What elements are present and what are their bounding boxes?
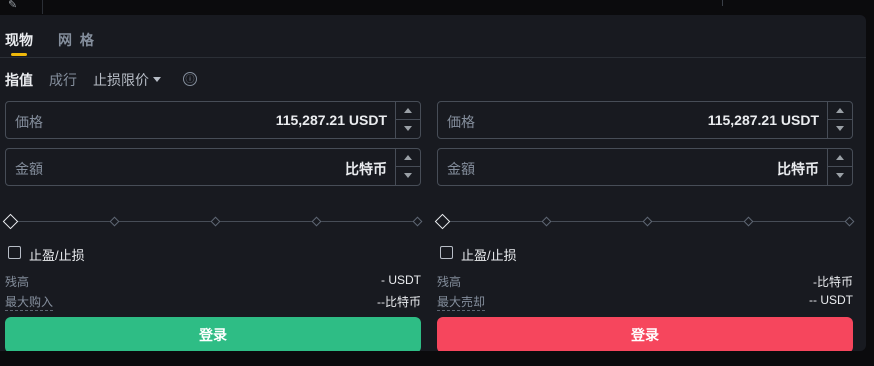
tpsl-label: 止盈/止损 [29, 248, 85, 263]
order-type-market[interactable]: 成行 [49, 71, 77, 89]
order-type-selector: 指值 成行 止损限价 ⓘ [0, 71, 866, 91]
chevron-down-icon [404, 126, 412, 131]
order-panel: 现物 网 格 指值 成行 止损限价 ⓘ 価格 115,287.21 USDT 金… [0, 15, 866, 353]
buy-max-row: 最大购入 --比特币 [5, 293, 421, 311]
slider-tick-75[interactable] [311, 216, 322, 227]
available-label: 残高 [437, 275, 462, 289]
top-strip: ✎ [0, 0, 874, 14]
chevron-up-icon [836, 155, 844, 160]
sell-available-row: 残高 -比特币 [437, 273, 853, 289]
amount-stepper [827, 149, 852, 185]
price-value[interactable]: 115,287.21 USDT [276, 112, 387, 128]
amount-stepper [395, 149, 420, 185]
chevron-up-icon [404, 155, 412, 160]
max-sell-label: 最大売却 [437, 295, 486, 311]
chevron-up-icon [404, 108, 412, 113]
buy-percent-slider[interactable] [2, 213, 423, 230]
order-type-stop-limit[interactable]: 止损限价 [93, 71, 161, 89]
slider-tick-25[interactable] [541, 216, 552, 227]
price-value[interactable]: 115,287.21 USDT [708, 112, 819, 128]
price-label: 価格 [15, 114, 43, 130]
buy-form: 価格 115,287.21 USDT 金額 比特币 止盈/止损 残高 - USD… [2, 101, 423, 353]
buy-amount-input[interactable]: 金額 比特币 [5, 148, 421, 186]
price-stepper [827, 102, 852, 138]
decrement-button[interactable] [396, 120, 420, 138]
tab-grid[interactable]: 网 格 [58, 30, 96, 50]
sell-amount-input[interactable]: 金額 比特币 [437, 148, 853, 186]
decrement-button[interactable] [828, 120, 852, 138]
increment-button[interactable] [828, 149, 852, 167]
slider-handle[interactable] [434, 213, 451, 230]
order-tabs: 现物 网 格 [0, 15, 866, 58]
available-label: 残高 [5, 275, 30, 289]
increment-button[interactable] [396, 149, 420, 167]
chevron-down-icon [836, 173, 844, 178]
checkbox[interactable] [440, 246, 453, 259]
max-buy-value: --比特币 [377, 295, 421, 309]
slider-tick-50[interactable] [642, 216, 653, 227]
divider [722, 0, 723, 6]
chevron-down-icon [836, 126, 844, 131]
order-type-limit[interactable]: 指值 [5, 71, 33, 89]
info-icon[interactable]: ⓘ [183, 72, 197, 86]
chevron-up-icon [836, 108, 844, 113]
bottom-strip [0, 351, 874, 366]
amount-label: 金額 [15, 161, 43, 177]
buy-price-input[interactable]: 価格 115,287.21 USDT [5, 101, 421, 139]
available-value: -比特币 [813, 275, 853, 289]
pencil-icon: ✎ [8, 0, 18, 11]
tpsl-label: 止盈/止损 [461, 248, 517, 263]
slider-tick-50[interactable] [210, 216, 221, 227]
price-label: 価格 [447, 114, 475, 130]
max-buy-label: 最大购入 [5, 295, 54, 311]
buy-login-button[interactable]: 登录 [5, 317, 421, 353]
slider-handle[interactable] [2, 213, 19, 230]
slider-tick-100[interactable] [844, 216, 855, 227]
tab-spot[interactable]: 现物 [5, 30, 33, 50]
sell-price-input[interactable]: 価格 115,287.21 USDT [437, 101, 853, 139]
sell-max-row: 最大売却 -- USDT [437, 293, 853, 311]
amount-unit: 比特币 [345, 161, 387, 177]
sell-login-button[interactable]: 登录 [437, 317, 853, 353]
decrement-button[interactable] [828, 167, 852, 185]
amount-label: 金額 [447, 161, 475, 177]
checkbox[interactable] [8, 246, 21, 259]
order-type-stop-limit-label: 止损限价 [93, 72, 149, 88]
increment-button[interactable] [828, 102, 852, 120]
sell-form: 価格 115,287.21 USDT 金額 比特币 止盈/止损 残高 -比特币 … [434, 101, 855, 353]
amount-unit: 比特币 [777, 161, 819, 177]
increment-button[interactable] [396, 102, 420, 120]
chevron-down-icon [404, 173, 412, 178]
divider [42, 0, 43, 14]
slider-tick-25[interactable] [109, 216, 120, 227]
slider-tick-75[interactable] [743, 216, 754, 227]
decrement-button[interactable] [396, 167, 420, 185]
sell-percent-slider[interactable] [434, 213, 855, 230]
available-value: - USDT [381, 273, 421, 287]
active-tab-indicator [11, 53, 27, 56]
price-stepper [395, 102, 420, 138]
caret-down-icon [153, 76, 161, 82]
max-sell-value: -- USDT [809, 293, 853, 307]
buy-available-row: 残高 - USDT [5, 273, 421, 289]
slider-tick-100[interactable] [412, 216, 423, 227]
